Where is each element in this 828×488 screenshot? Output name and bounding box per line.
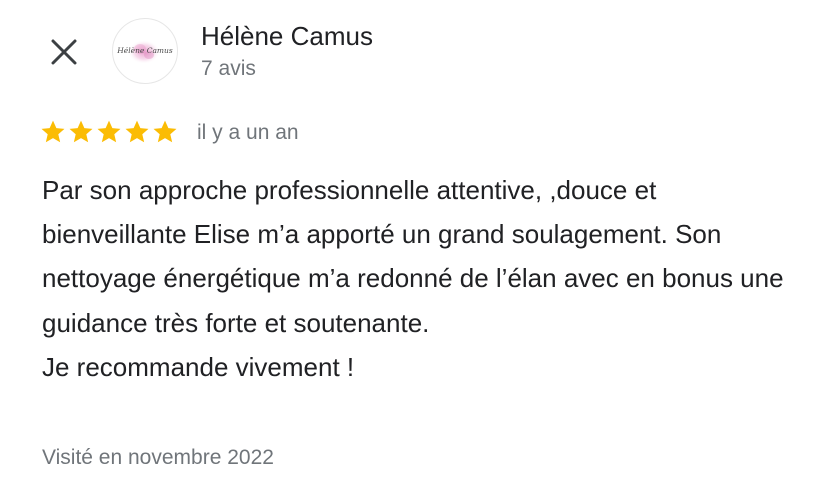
star-icon xyxy=(153,120,177,143)
star-icon xyxy=(69,120,93,143)
svg-text:Hélène Camus: Hélène Camus xyxy=(116,46,173,55)
star-icon xyxy=(125,120,149,143)
author-avatar[interactable]: Hélène Camus xyxy=(112,18,178,84)
star-icon xyxy=(41,120,65,143)
review-paragraph: Je recommande vivement ! xyxy=(42,351,355,382)
star-rating xyxy=(40,119,178,145)
star-icon xyxy=(97,120,121,143)
review-text: Par son approche professionnelle attenti… xyxy=(42,168,802,389)
review-paragraph: Par son approche professionnelle attenti… xyxy=(42,175,784,338)
review-date: il y a un an xyxy=(197,121,299,144)
close-icon xyxy=(51,39,77,65)
author-review-count: 7 avis xyxy=(201,57,256,80)
visit-date: Visité en novembre 2022 xyxy=(42,446,274,469)
avatar-signature-logo: Hélène Camus xyxy=(116,40,173,64)
close-button[interactable] xyxy=(44,32,84,72)
author-name[interactable]: Hélène Camus xyxy=(201,20,373,52)
